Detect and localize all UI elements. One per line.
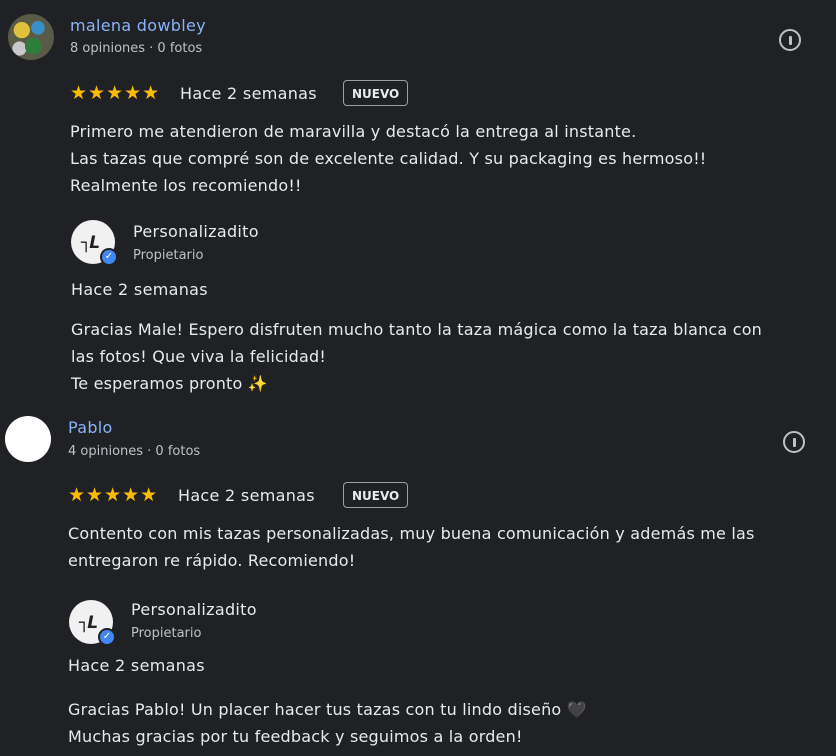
owner-logo-icon: ┐L (79, 613, 98, 633)
reviewer-meta: 8 opiniones · 0 fotos (70, 41, 203, 56)
owner-name: Personalizadito (131, 600, 257, 619)
owner-avatar: ┐L ✓ (69, 600, 116, 646)
verified-check-icon: ✓ (100, 248, 118, 266)
star-rating: ★★★★★ (68, 484, 159, 506)
reply-text: Gracias Male! Espero disfruten mucho tan… (71, 320, 763, 393)
review-date: Hace 2 semanas (180, 84, 317, 103)
owner-avatar: ┐L ✓ (71, 220, 118, 266)
review-card: malena dowbley 8 opiniones · 0 fotos ★★★… (0, 0, 836, 400)
reviewer-avatar[interactable] (8, 14, 54, 60)
owner-role: Propietario (133, 248, 204, 263)
reviewer-name[interactable]: Pablo (68, 418, 113, 437)
reply-text: Gracias Pablo! Un placer hacer tus tazas… (68, 700, 587, 746)
reviewer-meta: 4 opiniones · 0 fotos (68, 444, 201, 459)
owner-logo-icon: ┐L (81, 233, 100, 253)
reply-date: Hace 2 semanas (68, 656, 205, 675)
reviewer-name[interactable]: malena dowbley (70, 16, 206, 35)
owner-name: Personalizadito (133, 222, 259, 241)
review-text: Primero me atendieron de maravilla y des… (70, 122, 707, 195)
new-badge: NUEVO (343, 482, 409, 508)
verified-check-icon: ✓ (98, 628, 116, 646)
report-flag-icon[interactable] (783, 431, 805, 453)
new-badge: NUEVO (343, 80, 409, 106)
star-rating: ★★★★★ (70, 82, 161, 104)
review-date: Hace 2 semanas (178, 486, 315, 505)
report-flag-icon[interactable] (779, 29, 801, 51)
review-card: Pablo 4 opiniones · 0 fotos ★★★★★ Hace 2… (0, 404, 836, 756)
reviewer-avatar[interactable] (5, 416, 51, 462)
reply-date: Hace 2 semanas (71, 280, 208, 299)
review-text: Contento con mis tazas personalizadas, m… (68, 524, 755, 570)
owner-role: Propietario (131, 626, 202, 641)
